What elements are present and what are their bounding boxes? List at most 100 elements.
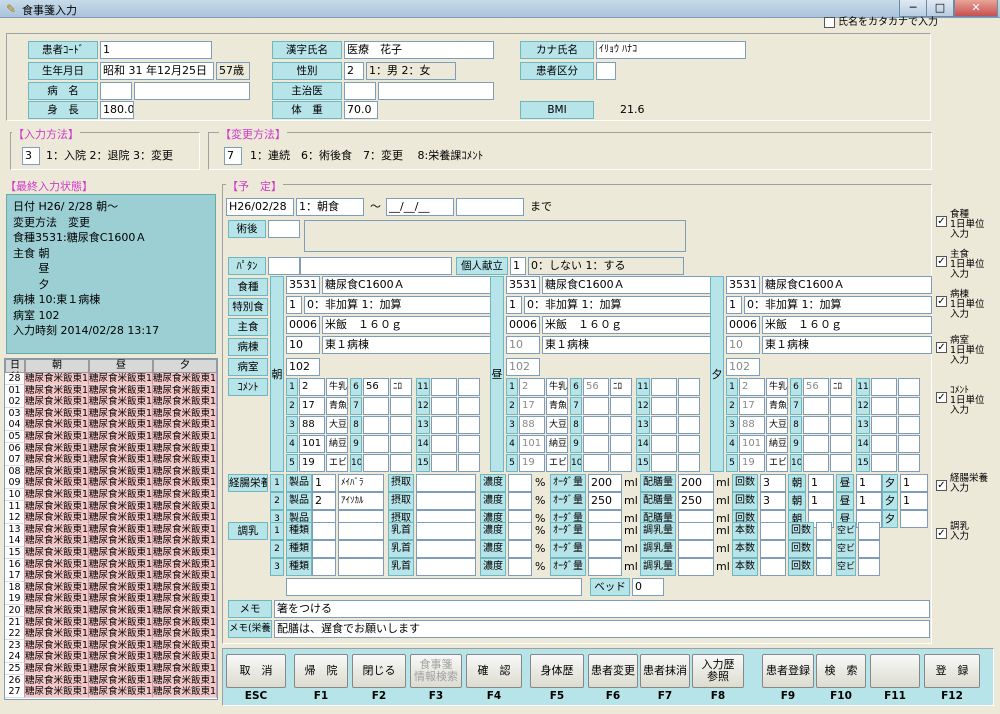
comment-text[interactable]: [678, 416, 700, 434]
table-row[interactable]: 10 糖尿食米飯東1 糖尿食米飯東1 糖尿食米飯東1: [5, 489, 217, 501]
grid-meal-cell[interactable]: 糖尿食米飯東1: [25, 442, 89, 455]
honsu-input[interactable]: [760, 540, 786, 558]
comment-text[interactable]: 牛乳ﾌﾟ: [546, 378, 568, 396]
table-row[interactable]: 08 糖尿食米飯東1 糖尿食米飯東1 糖尿食米飯東1: [5, 465, 217, 478]
chonyu-qty-input[interactable]: [678, 540, 714, 558]
shushoku-input[interactable]: 米飯 １６０ｇ: [542, 316, 712, 334]
patient-id-input[interactable]: 1: [100, 41, 212, 59]
grid-meal-cell[interactable]: 糖尿食米飯東1: [153, 535, 217, 548]
grid-meal-cell[interactable]: 糖尿食米飯東1: [89, 558, 153, 571]
grid-meal-cell[interactable]: 糖尿食米飯東1: [89, 396, 153, 409]
comment-text[interactable]: [678, 435, 700, 453]
comment-code-input[interactable]: [363, 435, 389, 453]
order-qty-input[interactable]: [588, 522, 622, 540]
function-button-f3[interactable]: 食事箋 情報検索: [410, 654, 462, 688]
noudo-input[interactable]: [508, 492, 532, 510]
comment-code-input[interactable]: 2: [299, 378, 325, 396]
comment-text[interactable]: [678, 378, 700, 396]
grid-meal-cell[interactable]: 糖尿食米飯東1: [25, 454, 89, 467]
comment-code-input[interactable]: 88: [739, 416, 765, 434]
shushoku-code-input[interactable]: 0006: [506, 316, 540, 334]
tokubetsu-code-input[interactable]: 1: [286, 296, 302, 314]
yu-input[interactable]: 1: [900, 492, 928, 510]
table-row[interactable]: 07 糖尿食米飯東1 糖尿食米飯東1 糖尿食米飯東1: [5, 454, 217, 467]
comment-text[interactable]: ﾆﾛ: [390, 378, 412, 396]
kana-input[interactable]: ｲﾘｮｳ ﾊﾅｺ: [596, 41, 746, 59]
honsu-input[interactable]: [760, 558, 786, 576]
comment-code-input[interactable]: 17: [299, 397, 325, 415]
comment-text[interactable]: [610, 435, 632, 453]
table-row[interactable]: 03 糖尿食米飯東1 糖尿食米飯東1 糖尿食米飯東1: [5, 407, 217, 420]
grid-meal-cell[interactable]: 糖尿食米飯東1: [153, 384, 217, 397]
weight-input[interactable]: 70.0: [344, 101, 378, 119]
honsu-input[interactable]: [760, 522, 786, 540]
shushoku-input[interactable]: 米飯 １６０ｇ: [322, 316, 492, 334]
comment-code-input[interactable]: [651, 397, 677, 415]
memo-input[interactable]: 箸をつける: [274, 600, 930, 618]
minimize-button[interactable]: ─: [899, 0, 927, 17]
shoku-code-input[interactable]: 3531: [286, 276, 320, 294]
comment-code-input[interactable]: [363, 397, 389, 415]
comment-text[interactable]: 納豆ﾀﾞ: [326, 435, 348, 453]
grid-meal-cell[interactable]: 糖尿食米飯東1: [89, 407, 153, 420]
shushoku-input[interactable]: 米飯 １６０ｇ: [762, 316, 932, 334]
comment-code-input[interactable]: 88: [519, 416, 545, 434]
byoshitsu-input[interactable]: 102: [726, 358, 760, 376]
comment-text[interactable]: [678, 454, 700, 472]
grid-meal-cell[interactable]: 糖尿食米飯東1: [25, 512, 89, 525]
grid-meal-cell[interactable]: 糖尿食米飯東1: [89, 489, 153, 501]
haizen-input[interactable]: 200: [678, 474, 714, 492]
grid-meal-cell[interactable]: 糖尿食米飯東1: [153, 500, 217, 513]
comment-text[interactable]: [458, 435, 480, 453]
nyukubi-input[interactable]: [416, 558, 476, 576]
comment-code-input[interactable]: 56: [583, 378, 609, 396]
comment-text[interactable]: [678, 397, 700, 415]
grid-meal-cell[interactable]: 糖尿食米飯東1: [89, 616, 153, 629]
side-checkbox[interactable]: ✓: [936, 392, 947, 403]
side-checkbox[interactable]: ✓: [936, 256, 947, 267]
table-row[interactable]: 25 糖尿食米飯東1 糖尿食米飯東1 糖尿食米飯東1: [5, 663, 217, 675]
sex-input[interactable]: 2: [344, 62, 364, 80]
grid-meal-cell[interactable]: 糖尿食米飯東1: [89, 384, 153, 397]
grid-meal-cell[interactable]: 糖尿食米飯東1: [89, 547, 153, 559]
keicho-code-input[interactable]: 1: [312, 474, 336, 492]
grid-meal-cell[interactable]: 糖尿食米飯東1: [153, 581, 217, 594]
table-row[interactable]: 11 糖尿食米飯東1 糖尿食米飯東1 糖尿食米飯東1: [5, 500, 217, 513]
grid-meal-cell[interactable]: 糖尿食米飯東1: [89, 442, 153, 455]
nyukubi-input[interactable]: [416, 540, 476, 558]
grid-meal-cell[interactable]: 糖尿食米飯東1: [25, 547, 89, 559]
grid-meal-cell[interactable]: 糖尿食米飯東1: [153, 616, 217, 629]
comment-text[interactable]: [830, 397, 852, 415]
comment-text[interactable]: エビｲ: [546, 454, 568, 472]
chonyu-qty-input[interactable]: [678, 558, 714, 576]
comment-text[interactable]: [830, 416, 852, 434]
table-row[interactable]: 17 糖尿食米飯東1 糖尿食米飯東1 糖尿食米飯東1: [5, 570, 217, 583]
comment-text[interactable]: [898, 397, 920, 415]
table-row[interactable]: 09 糖尿食米飯東1 糖尿食米飯東1 糖尿食米飯東1: [5, 477, 217, 490]
order-qty-input[interactable]: [588, 540, 622, 558]
comment-text[interactable]: [898, 435, 920, 453]
kaisu-input[interactable]: [816, 540, 832, 558]
byoto-input[interactable]: 東１病棟: [542, 336, 712, 354]
table-row[interactable]: 06 糖尿食米飯東1 糖尿食米飯東1 糖尿食米飯東1: [5, 442, 217, 455]
comment-code-input[interactable]: [871, 397, 897, 415]
keicho-name-input[interactable]: ﾒｲﾊﾞﾗ: [338, 474, 384, 492]
grid-meal-cell[interactable]: 糖尿食米飯東1: [25, 523, 89, 536]
memo-eiyo-input[interactable]: 配膳は、遅食でお願いします: [274, 620, 930, 638]
comment-code-input[interactable]: 101: [739, 435, 765, 453]
comment-text[interactable]: エビｲ: [766, 454, 788, 472]
grid-meal-cell[interactable]: 糖尿食米飯東1: [25, 373, 89, 385]
grid-meal-cell[interactable]: 糖尿食米飯東1: [25, 628, 89, 641]
grid-meal-cell[interactable]: 糖尿食米飯東1: [89, 686, 153, 699]
grid-meal-cell[interactable]: 糖尿食米飯東1: [89, 523, 153, 536]
table-row[interactable]: 14 糖尿食米飯東1 糖尿食米飯東1 糖尿食米飯東1: [5, 535, 217, 548]
comment-code-input[interactable]: [803, 397, 829, 415]
comment-code-input[interactable]: [583, 454, 609, 472]
comment-code-input[interactable]: [651, 435, 677, 453]
comment-code-input[interactable]: [583, 397, 609, 415]
grid-meal-cell[interactable]: 糖尿食米飯東1: [25, 651, 89, 664]
grid-meal-cell[interactable]: 糖尿食米飯東1: [25, 489, 89, 501]
function-button-f2[interactable]: 閉じる: [352, 654, 406, 688]
comment-code-input[interactable]: 2: [519, 378, 545, 396]
comment-code-input[interactable]: 17: [739, 397, 765, 415]
